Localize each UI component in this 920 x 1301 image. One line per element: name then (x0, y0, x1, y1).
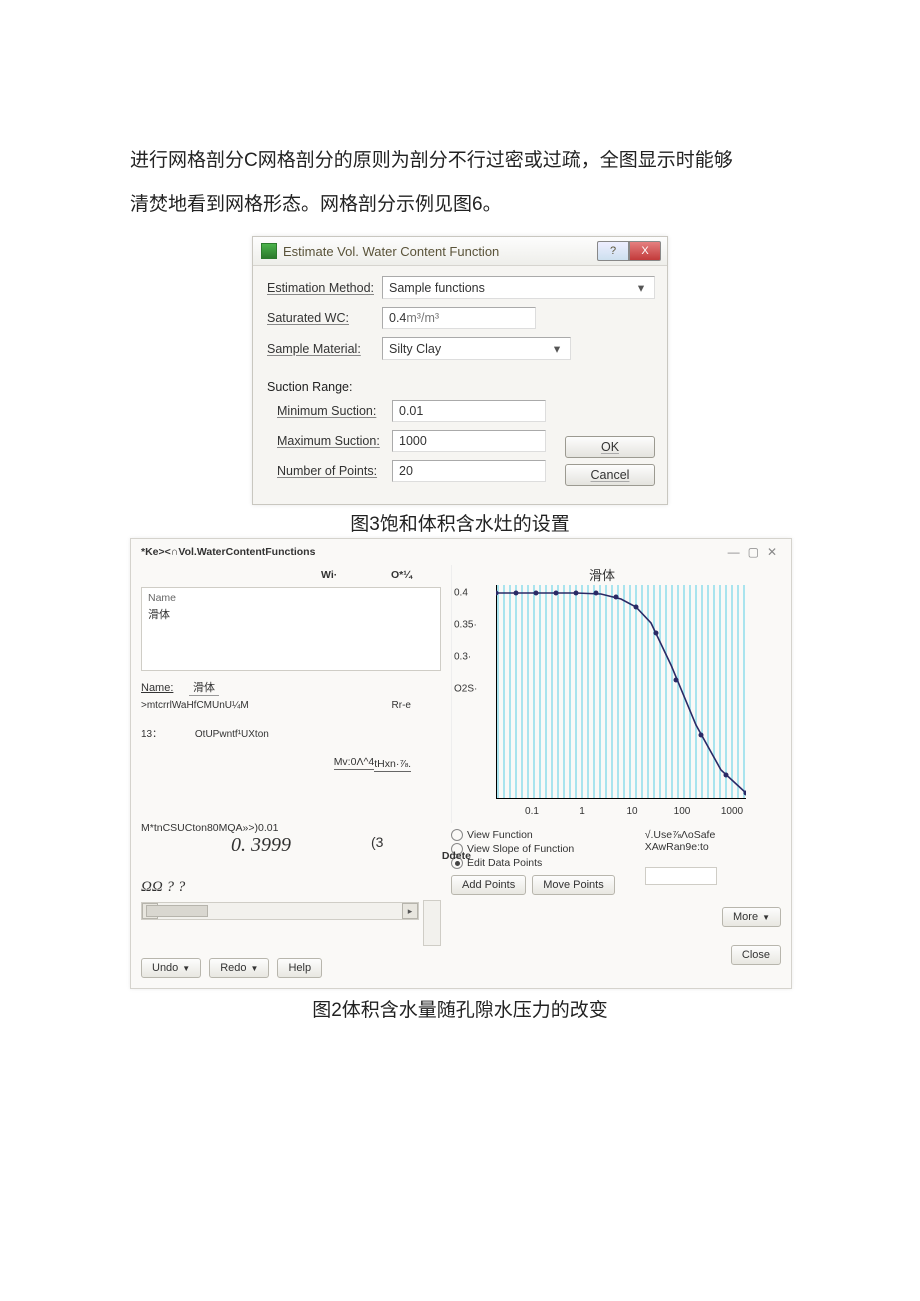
x-tick: 1 (579, 806, 585, 817)
intro-line-1: 进行网格剖分C网格剖分的原则为剖分不行过密或过疏，全图显示时能够 (130, 150, 733, 171)
figure3-caption: 图3饱和体积含水灶的设置 (130, 509, 790, 536)
y-tick: 0.4 (454, 588, 468, 599)
sample-material-select[interactable]: Silty Clay ▾ (382, 337, 571, 360)
y-tick: 0.35· (454, 620, 477, 631)
min-suction-label: Minimum Suction: (267, 404, 392, 418)
suction-range-label: Suction Range: (267, 380, 655, 394)
delete-label[interactable]: Ddete (442, 850, 471, 862)
estimation-method-label: Estimation Method: (267, 281, 382, 295)
close-icon[interactable]: ✕ (767, 545, 777, 559)
col-o: O*¼ (391, 569, 412, 581)
list-item[interactable]: 滑体 (148, 606, 434, 622)
estimate-dialog: Estimate Vol. Water Content Function ? X… (252, 236, 668, 505)
app-icon (261, 243, 277, 259)
num-points-input[interactable]: 20 (392, 460, 546, 482)
cancel-button[interactable]: Cancel (565, 464, 655, 486)
chevron-down-icon: ▾ (634, 280, 648, 295)
close-button[interactable]: X (629, 241, 661, 261)
minimize-icon[interactable]: — (728, 545, 740, 559)
y-tick: 0.3· (454, 652, 471, 663)
x-tick: 1000 (721, 806, 743, 817)
chart-title: 滑体 (452, 565, 752, 584)
more-button[interactable]: More▼ (722, 907, 781, 927)
v-scrollbar[interactable] (423, 900, 441, 946)
dialog-title: Estimate Vol. Water Content Function (283, 244, 499, 259)
close-button-2[interactable]: Close (731, 945, 781, 965)
x-tick: 100 (674, 806, 691, 817)
name-label: Name: (141, 682, 181, 694)
x-tick: 0.1 (525, 806, 539, 817)
radio-view-function[interactable]: View Function (451, 829, 615, 841)
radio-edit-points[interactable]: Edit Data Points (451, 857, 615, 869)
range-input[interactable] (645, 867, 717, 885)
saturated-wc-input[interactable]: 0.4m³/m³ (382, 307, 536, 329)
meta-13: 13： (141, 729, 162, 740)
maximize-icon[interactable]: ▢ (748, 545, 759, 559)
meta-line-1: >mtcrrlWaHfCMUnU¼M (141, 700, 249, 711)
chevron-down-icon: ▾ (550, 341, 564, 356)
move-points-button[interactable]: Move Points (532, 875, 615, 895)
chart-curve (496, 585, 746, 799)
saturated-wc-label: Saturated WC: (267, 311, 382, 325)
chevron-down-icon: ▼ (182, 964, 190, 973)
estimation-method-value: Sample functions (389, 281, 634, 295)
radio-view-slope[interactable]: View Slope of Function (451, 843, 615, 855)
redo-button[interactable]: Redo▼ (209, 958, 269, 978)
sample-material-value: Silty Clay (389, 342, 550, 356)
saturated-wc-value: 0.4 (389, 311, 406, 325)
h-scrollbar[interactable]: ◂ ▸ (141, 902, 419, 920)
use-safe-label: √.Use⅞ΛoSafe (645, 829, 717, 841)
add-points-button[interactable]: Add Points (451, 875, 526, 895)
sample-material-label: Sample Material: (267, 342, 382, 356)
min-suction-input[interactable]: 0.01 (392, 400, 546, 422)
left-panel: Wi· O*¼ Name 滑体 Name: 滑体 >mtcrrlWaHfCMUn… (141, 565, 441, 978)
functions-listbox[interactable]: Name 滑体 (141, 587, 441, 671)
name-input[interactable]: 滑体 (189, 679, 219, 696)
help-button-2[interactable]: Help (277, 958, 322, 978)
help-button[interactable]: ? (597, 241, 629, 261)
list-header: Name (148, 592, 434, 604)
saturated-wc-unit: m³/m³ (406, 311, 439, 325)
dialog2-title: *Ke><∩Vol.WaterContentFunctions (141, 546, 315, 558)
right-panel: 滑体 0.4 0.35· 0.3· O2S· 0.1 1 10 100 1000 (451, 565, 781, 978)
rhs-mv: Mv:0Λ^4 (334, 756, 375, 770)
vwc-functions-dialog: *Ke><∩Vol.WaterContentFunctions — ▢ ✕ Wi… (130, 538, 792, 989)
ok-button[interactable]: OK (565, 436, 655, 458)
y-tick: O2S· (454, 684, 477, 695)
x-tick: 10 (626, 806, 637, 817)
dialog-titlebar: Estimate Vol. Water Content Function ? X (253, 237, 667, 266)
figure2-caption: 图2体积含水量随孔隙水压力的改变 (130, 995, 790, 1022)
chevron-down-icon: ▼ (251, 964, 259, 973)
aw-range-label: XAwRan9e:to (645, 841, 717, 853)
paren-three: (3 (371, 834, 383, 850)
chevron-down-icon: ▼ (762, 913, 770, 922)
num-points-label: Number of Points: (267, 464, 392, 478)
small-values: ΩΩ ? ? (141, 879, 441, 896)
col-w: Wi· (321, 569, 391, 581)
max-suction-input[interactable]: 1000 (392, 430, 546, 452)
undo-button[interactable]: Undo▼ (141, 958, 201, 978)
rhs-thxn: tHxn·⅞. (374, 758, 411, 772)
max-suction-label: Maximum Suction: (267, 434, 392, 448)
meta-ot: OtUPwntf¹UXton (195, 729, 269, 740)
big-value: 0. 3999 (231, 834, 291, 857)
scroll-thumb[interactable] (146, 905, 208, 917)
intro-line-2: 清焚地看到网格形态。网格剖分示例见图6。 (130, 194, 502, 215)
swcc-chart: 滑体 0.4 0.35· 0.3· O2S· 0.1 1 10 100 1000 (451, 565, 752, 823)
estimation-method-select[interactable]: Sample functions ▾ (382, 276, 655, 299)
scroll-right-icon[interactable]: ▸ (402, 903, 418, 919)
mtn-value-row: M*tnCSUCton80MQA»>)0.01 (141, 822, 441, 834)
meta-rre: Rr-e (392, 700, 441, 711)
